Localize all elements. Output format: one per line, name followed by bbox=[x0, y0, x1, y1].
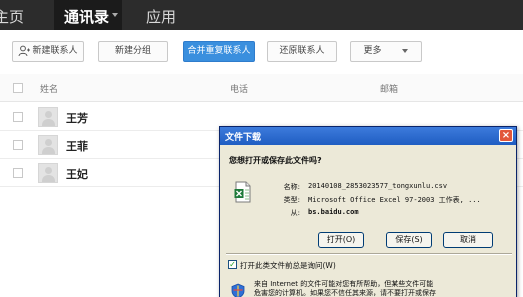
chevron-down-icon bbox=[402, 48, 409, 53]
file-source-label: 从: bbox=[290, 209, 300, 217]
toolbar: 新建联系人 新建分组 合并重复联系人 还原联系人 更多 bbox=[0, 30, 523, 72]
merge-duplicates-label: 合并重复联系人 bbox=[187, 46, 251, 56]
new-contact-label: 新建联系人 bbox=[32, 46, 78, 56]
open-button[interactable]: 打开(O) bbox=[318, 232, 364, 248]
dialog-title-bar[interactable]: 文件下载 × bbox=[220, 127, 516, 145]
warning-line-2: 危害您的计算机。如果您不信任其来源，请不要打开或保存 bbox=[254, 289, 436, 297]
warning-line-1: 来自 Internet 的文件可能对您有所帮助，但某些文件可能 bbox=[254, 280, 434, 288]
file-type-value: Microsoft Office Excel 97-2003 工作表, ... bbox=[308, 196, 481, 204]
avatar bbox=[38, 135, 58, 155]
top-navigation: 主页 通讯录 应用 bbox=[0, 0, 523, 30]
contact-name[interactable]: 王芳 bbox=[66, 110, 88, 126]
file-type-label: 类型: bbox=[283, 196, 300, 204]
table-header: 姓名 电话 邮箱 bbox=[0, 74, 523, 102]
contact-name[interactable]: 王妃 bbox=[66, 166, 88, 182]
contact-name[interactable]: 王菲 bbox=[66, 138, 88, 154]
new-contact-button[interactable]: 新建联系人 bbox=[12, 41, 84, 62]
file-name-label: 名称: bbox=[283, 183, 300, 191]
contacts-page: 主页 通讯录 应用 新建联系人 新建分组 合并重复联系人 还原联系人 更多 姓名… bbox=[0, 0, 523, 297]
excel-file-icon bbox=[234, 181, 251, 203]
cancel-button[interactable]: 取消 bbox=[443, 232, 493, 248]
file-download-dialog: 文件下载 × 您想打开或保存此文件吗? 名称: 20140108_2853023… bbox=[219, 126, 517, 297]
new-group-label: 新建分组 bbox=[114, 46, 151, 56]
nav-contacts[interactable]: 通讯录 bbox=[54, 0, 122, 30]
more-dropdown[interactable]: 更多 bbox=[350, 41, 422, 62]
restore-contacts-button[interactable]: 还原联系人 bbox=[267, 41, 337, 62]
avatar bbox=[38, 107, 58, 127]
nav-apps[interactable]: 应用 bbox=[146, 6, 176, 27]
security-warning: 来自 Internet 的文件可能对您有所帮助，但某些文件可能 危害您的计算机。… bbox=[254, 280, 510, 297]
dialog-title: 文件下载 bbox=[225, 133, 262, 143]
avatar bbox=[38, 163, 58, 183]
dialog-question: 您想打开或保存此文件吗? bbox=[229, 156, 322, 165]
chevron-down-icon bbox=[112, 13, 118, 17]
always-ask-checkbox[interactable]: ✓ bbox=[228, 260, 237, 269]
add-user-icon bbox=[18, 45, 30, 57]
row-checkbox[interactable] bbox=[13, 112, 23, 122]
file-name-value: 20140108_2853023577_tongxunlu.csv bbox=[308, 182, 448, 190]
nav-contacts-label: 通讯录 bbox=[64, 8, 110, 26]
restore-contacts-label: 还原联系人 bbox=[279, 46, 325, 56]
dialog-divider bbox=[226, 253, 512, 255]
more-label: 更多 bbox=[363, 46, 382, 56]
nav-home[interactable]: 主页 bbox=[0, 6, 24, 27]
column-email: 邮箱 bbox=[380, 85, 399, 95]
security-shield-icon bbox=[231, 283, 245, 297]
column-phone: 电话 bbox=[230, 85, 249, 95]
save-button[interactable]: 保存(S) bbox=[386, 232, 432, 248]
row-checkbox[interactable] bbox=[13, 140, 23, 150]
row-checkbox[interactable] bbox=[13, 168, 23, 178]
new-group-button[interactable]: 新建分组 bbox=[98, 41, 168, 62]
merge-duplicates-button[interactable]: 合并重复联系人 bbox=[183, 41, 255, 62]
always-ask-label[interactable]: 打开此类文件前总是询问(W) bbox=[240, 260, 336, 271]
file-source-value: bs.baidu.com bbox=[308, 208, 359, 216]
select-all-checkbox[interactable] bbox=[13, 83, 23, 93]
close-icon[interactable]: × bbox=[499, 129, 513, 142]
column-name: 姓名 bbox=[40, 85, 59, 95]
